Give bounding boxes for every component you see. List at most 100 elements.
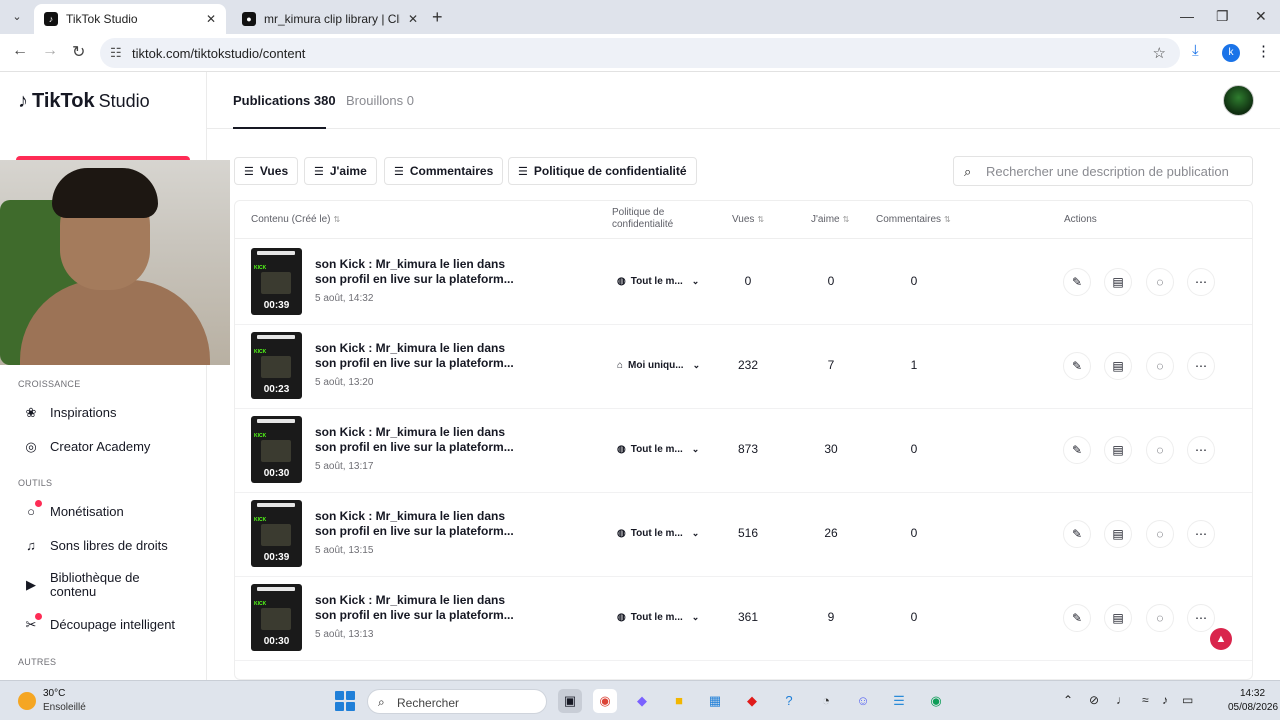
col-views[interactable]: Vues ⇅ — [732, 214, 764, 226]
more-icon[interactable]: ⋯ — [1187, 604, 1215, 632]
tab-cliplabz[interactable]: ● mr_kimura clip library | ClipLabz ✕ — [232, 4, 428, 34]
edit-icon[interactable]: ✎ — [1063, 520, 1091, 548]
tiktok-studio-logo[interactable]: ♪ TikTok Studio — [18, 90, 150, 113]
close-icon[interactable]: ✕ — [408, 12, 418, 26]
post-description[interactable]: son Kick : Mr_kimura le lien dans son pr… — [315, 341, 515, 371]
sidebar-item-creator-academy[interactable]: ◎ Creator Academy — [24, 439, 150, 455]
user-avatar[interactable] — [1223, 85, 1254, 116]
microphone-icon[interactable]: ♩ — [1116, 693, 1128, 707]
sidebar-item-inspirations[interactable]: ❀ Inspirations — [24, 405, 117, 421]
chrome-secondary-icon[interactable]: ◉ — [924, 689, 948, 713]
site-info-icon[interactable]: ☷ — [110, 45, 122, 61]
col-comments[interactable]: Commentaires ⇅ — [876, 214, 951, 226]
sidebar-item-monetisation[interactable]: ○ Monétisation — [24, 500, 124, 519]
help-icon[interactable]: ? — [777, 689, 801, 713]
col-likes[interactable]: J'aime ⇅ — [811, 214, 849, 226]
filter-confidentialite[interactable]: ☰ Politique de confidentialité — [508, 157, 697, 185]
app-circle-icon[interactable]: ◔ — [814, 689, 838, 713]
minimize-icon[interactable]: — — [1180, 8, 1194, 24]
weather-temp[interactable]: 30°C — [43, 688, 65, 699]
search-box[interactable]: ⌕ — [953, 156, 1253, 186]
tray-overflow-icon[interactable]: ⌃ — [1063, 693, 1073, 707]
video-thumbnail[interactable]: KICK 00:30 — [251, 416, 302, 483]
filter-vues[interactable]: ☰ Vues — [234, 157, 299, 185]
clock-time[interactable]: 14:32 — [1240, 688, 1265, 699]
post-description[interactable]: son Kick : Mr_kimura le lien dans son pr… — [315, 257, 515, 287]
sidebar-item-bibliotheque[interactable]: ▶ Bibliothèque de contenu — [24, 571, 160, 599]
task-view-icon[interactable]: ▣ — [558, 689, 582, 713]
post-description[interactable]: son Kick : Mr_kimura le lien dans son pr… — [315, 425, 515, 455]
privacy-dropdown[interactable]: ◍ Tout le m... ⌄ — [613, 271, 703, 291]
wifi-icon[interactable]: ≈ — [1142, 693, 1149, 707]
stats-icon[interactable]: ▤ — [1104, 268, 1132, 296]
comment-icon[interactable]: ◌ — [1146, 520, 1174, 548]
chevron-down-icon: ⌄ — [692, 359, 701, 370]
post-description[interactable]: son Kick : Mr_kimura le lien dans son pr… — [315, 593, 515, 623]
back-icon[interactable]: ← — [12, 42, 28, 60]
video-thumbnail[interactable]: KICK 00:39 — [251, 500, 302, 567]
edit-icon[interactable]: ✎ — [1063, 604, 1091, 632]
privacy-dropdown[interactable]: ◍ Tout le m... ⌄ — [613, 523, 703, 543]
search-input[interactable] — [986, 161, 1244, 181]
edit-icon[interactable]: ✎ — [1063, 268, 1091, 296]
volume-icon[interactable]: ♪ — [1162, 693, 1168, 707]
close-icon[interactable]: ✕ — [206, 12, 216, 26]
edit-icon[interactable]: ✎ — [1063, 352, 1091, 380]
comment-icon[interactable]: ◌ — [1146, 604, 1174, 632]
maximize-icon[interactable]: ❐ — [1216, 8, 1229, 25]
start-button[interactable] — [335, 691, 355, 711]
tab-brouillons[interactable]: Brouillons 0 — [346, 93, 414, 108]
more-icon[interactable]: ⋯ — [1187, 436, 1215, 464]
tab-tiktok-studio[interactable]: ♪ TikTok Studio ✕ — [34, 4, 226, 34]
video-thumbnail[interactable]: KICK 00:39 — [251, 248, 302, 315]
sidebar-item-sons[interactable]: ♫ Sons libres de droits — [24, 538, 168, 553]
new-tab-button[interactable]: + — [432, 7, 443, 28]
sun-icon[interactable] — [18, 692, 36, 710]
store-icon[interactable]: ▦ — [703, 689, 727, 713]
address-bar[interactable]: ☷ tiktok.com/tiktokstudio/content ☆ — [100, 38, 1180, 68]
video-thumbnail[interactable]: KICK 00:30 — [251, 584, 302, 651]
stats-icon[interactable]: ▤ — [1104, 520, 1132, 548]
battery-icon[interactable]: ▭ — [1182, 693, 1193, 707]
comment-icon[interactable]: ◌ — [1146, 268, 1174, 296]
clock-date[interactable]: 05/08/2026 — [1228, 702, 1278, 713]
weather-desc[interactable]: Ensoleillé — [43, 702, 86, 713]
file-explorer-icon[interactable]: ■ — [667, 689, 691, 713]
more-icon[interactable]: ⋯ — [1187, 520, 1215, 548]
window-close-icon[interactable]: ✕ — [1255, 8, 1267, 25]
more-icon[interactable]: ⋯ — [1187, 352, 1215, 380]
tab-publications[interactable]: Publications 380 — [233, 93, 336, 108]
copilot-icon[interactable]: ◆ — [630, 689, 654, 713]
notepad-icon[interactable]: ☰ — [887, 689, 911, 713]
chrome-taskbar-icon[interactable]: ◉ — [593, 689, 617, 713]
app-red-icon[interactable]: ◆ — [740, 689, 764, 713]
stats-icon[interactable]: ▤ — [1104, 352, 1132, 380]
comment-icon[interactable]: ◌ — [1146, 436, 1174, 464]
stats-icon[interactable]: ▤ — [1104, 604, 1132, 632]
post-description[interactable]: son Kick : Mr_kimura le lien dans son pr… — [315, 509, 515, 539]
privacy-dropdown[interactable]: ◍ Tout le m... ⌄ — [613, 439, 703, 459]
col-content[interactable]: Contenu (Créé le) ⇅ — [251, 214, 340, 226]
download-icon[interactable]: ⤓ — [1192, 42, 1199, 59]
menu-kebab-icon[interactable]: ⋮ — [1256, 42, 1271, 60]
sidebar-item-decoupage[interactable]: ✂ Découpage intelligent — [24, 613, 175, 633]
edit-icon[interactable]: ✎ — [1063, 436, 1091, 464]
network-off-icon[interactable]: ⊘ — [1089, 693, 1099, 707]
profile-avatar[interactable]: k — [1222, 44, 1240, 62]
discord-icon[interactable]: ☺ — [851, 689, 875, 713]
bookmark-star-icon[interactable]: ☆ — [1153, 44, 1166, 62]
comment-icon[interactable]: ◌ — [1146, 352, 1174, 380]
url-text[interactable]: tiktok.com/tiktokstudio/content — [132, 46, 305, 61]
reload-icon[interactable]: ↻ — [72, 42, 85, 62]
tab-search-button[interactable]: ⌄ — [6, 6, 28, 28]
filter-jaime[interactable]: ☰ J'aime — [304, 157, 377, 185]
taskbar-search[interactable]: ⌕ Rechercher — [367, 689, 547, 714]
more-icon[interactable]: ⋯ — [1187, 268, 1215, 296]
forward-icon[interactable]: → — [42, 42, 58, 60]
privacy-dropdown[interactable]: ⌂ Moi uniqu... ⌄ — [613, 355, 704, 375]
filter-commentaires[interactable]: ☰ Commentaires — [384, 157, 504, 185]
privacy-dropdown[interactable]: ◍ Tout le m... ⌄ — [613, 607, 703, 627]
video-thumbnail[interactable]: KICK 00:23 — [251, 332, 302, 399]
stats-icon[interactable]: ▤ — [1104, 436, 1132, 464]
scroll-to-top-button[interactable]: ▲ — [1210, 628, 1232, 650]
